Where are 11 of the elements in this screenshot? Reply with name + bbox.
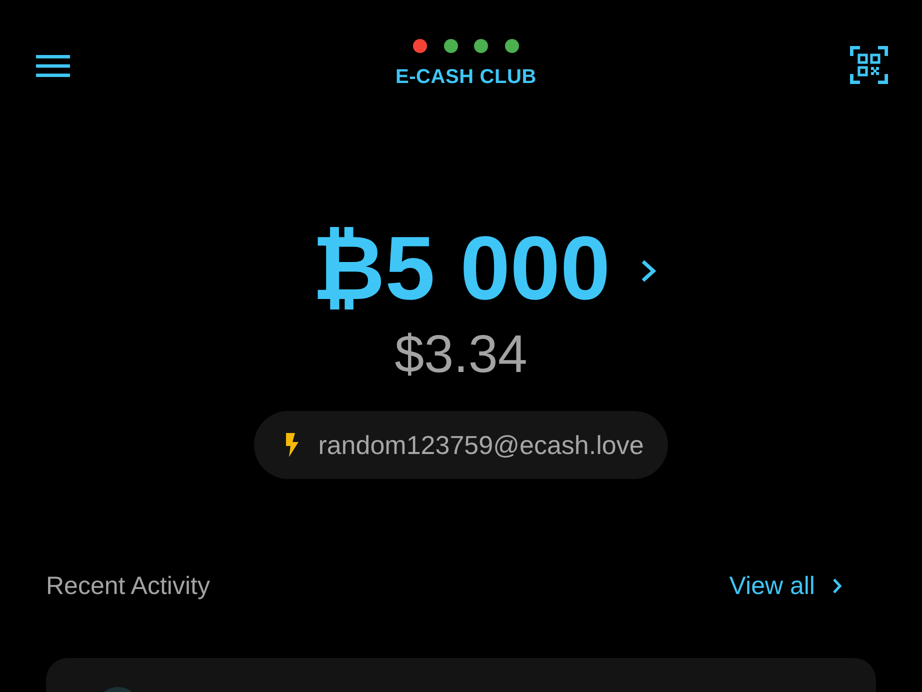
- lightning-address-button[interactable]: random123759@ecash.love: [254, 411, 668, 479]
- view-all-link[interactable]: View all: [729, 571, 842, 601]
- fiat-balance: $3.34: [394, 328, 528, 381]
- balance-amount: ₿5 000: [312, 224, 610, 314]
- chevron-right-icon: [832, 578, 842, 594]
- app-title: E-CASH CLUB: [395, 65, 537, 89]
- section-heading: Recent Activity: [46, 571, 210, 601]
- lightning-bolt-icon: [284, 433, 300, 457]
- qr-code-scan-icon[interactable]: [850, 46, 888, 84]
- chevron-right-icon[interactable]: [640, 259, 658, 283]
- menu-icon[interactable]: [36, 55, 70, 77]
